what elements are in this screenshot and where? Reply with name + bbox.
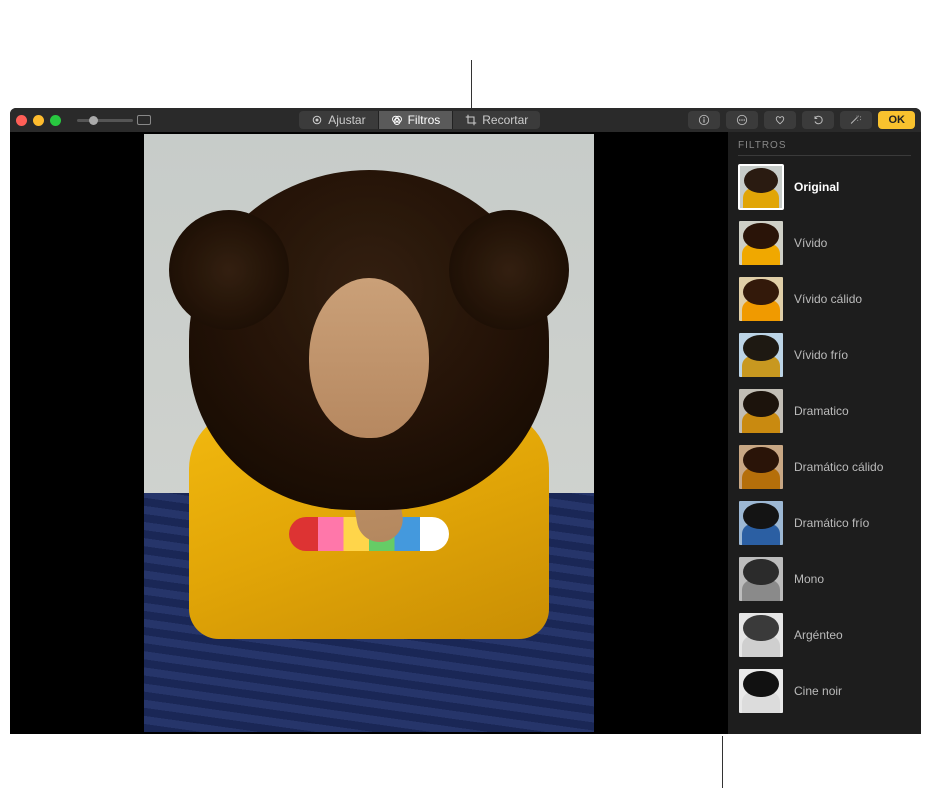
filter-label: Vívido cálido	[794, 292, 862, 306]
fullscreen-icon[interactable]	[50, 115, 61, 126]
edit-mode-segmented: Ajustar Filtros Recortar	[299, 111, 540, 129]
filter-item[interactable]: Mono	[738, 556, 911, 602]
filter-item[interactable]: Dramático cálido	[738, 444, 911, 490]
done-button[interactable]: OK	[878, 111, 915, 129]
filter-label: Original	[794, 180, 839, 194]
favorite-button[interactable]	[764, 111, 796, 129]
filter-label: Dramático frío	[794, 516, 869, 530]
filter-thumb	[738, 220, 784, 266]
magic-wand-icon	[849, 114, 863, 126]
filter-label: Vívido	[794, 236, 827, 250]
adjust-icon	[311, 114, 323, 126]
filter-item[interactable]: Cine noir	[738, 668, 911, 714]
zoom-control[interactable]	[77, 115, 151, 125]
filter-item[interactable]: Argénteo	[738, 612, 911, 658]
filter-item[interactable]: Dramatico	[738, 388, 911, 434]
adjust-tab[interactable]: Ajustar	[299, 111, 378, 129]
fit-screen-icon[interactable]	[137, 115, 151, 125]
filter-item[interactable]: Vívido cálido	[738, 276, 911, 322]
filter-thumb	[738, 668, 784, 714]
filter-thumb	[738, 444, 784, 490]
filters-tab[interactable]: Filtros	[379, 111, 454, 129]
filter-label: Dramatico	[794, 404, 849, 418]
filter-thumb	[738, 388, 784, 434]
photo-canvas[interactable]	[10, 132, 728, 734]
done-label: OK	[888, 114, 905, 126]
crop-tab[interactable]: Recortar	[453, 111, 540, 129]
rotate-button[interactable]	[802, 111, 834, 129]
zoom-slider-track[interactable]	[77, 119, 133, 122]
filter-list: Original Vívido Vívido cálido Vívido frío Dr…	[738, 164, 911, 714]
filter-label: Argénteo	[794, 628, 843, 642]
toolbar-right: OK	[688, 111, 915, 129]
heart-icon	[774, 114, 786, 126]
filter-thumb	[738, 164, 784, 210]
info-icon	[698, 114, 710, 126]
filters-icon	[391, 114, 403, 126]
filter-thumb	[738, 612, 784, 658]
window-controls	[16, 115, 61, 126]
content-area: FILTROS Original Vívido Vívido cálido Vívid…	[10, 132, 921, 734]
filter-item[interactable]: Vívido	[738, 220, 911, 266]
filter-item[interactable]: Original	[738, 164, 911, 210]
crop-icon	[465, 114, 477, 126]
rotate-icon	[812, 114, 824, 126]
filter-label: Vívido frío	[794, 348, 848, 362]
zoom-slider-thumb[interactable]	[89, 116, 98, 125]
filters-sidebar: FILTROS Original Vívido Vívido cálido Vívid…	[728, 132, 921, 734]
filter-item[interactable]: Vívido frío	[738, 332, 911, 378]
info-button[interactable]	[688, 111, 720, 129]
filter-thumb	[738, 500, 784, 546]
filter-thumb	[738, 556, 784, 602]
filter-thumb	[738, 332, 784, 378]
crop-label: Recortar	[482, 113, 528, 127]
more-icon	[736, 114, 748, 126]
more-button[interactable]	[726, 111, 758, 129]
photos-edit-window: Ajustar Filtros Recortar	[10, 108, 921, 734]
toolbar: Ajustar Filtros Recortar	[10, 108, 921, 132]
filter-thumb	[738, 276, 784, 322]
close-icon[interactable]	[16, 115, 27, 126]
callout-line-top	[471, 60, 472, 112]
filter-label: Dramático cálido	[794, 460, 883, 474]
auto-enhance-button[interactable]	[840, 111, 872, 129]
callout-line-side	[722, 736, 723, 788]
filter-item[interactable]: Dramático frío	[738, 500, 911, 546]
photo-preview	[144, 134, 594, 732]
adjust-label: Ajustar	[328, 113, 365, 127]
minimize-icon[interactable]	[33, 115, 44, 126]
filter-label: Cine noir	[794, 684, 842, 698]
sidebar-title: FILTROS	[738, 140, 911, 156]
filter-label: Mono	[794, 572, 824, 586]
filters-label: Filtros	[408, 113, 441, 127]
